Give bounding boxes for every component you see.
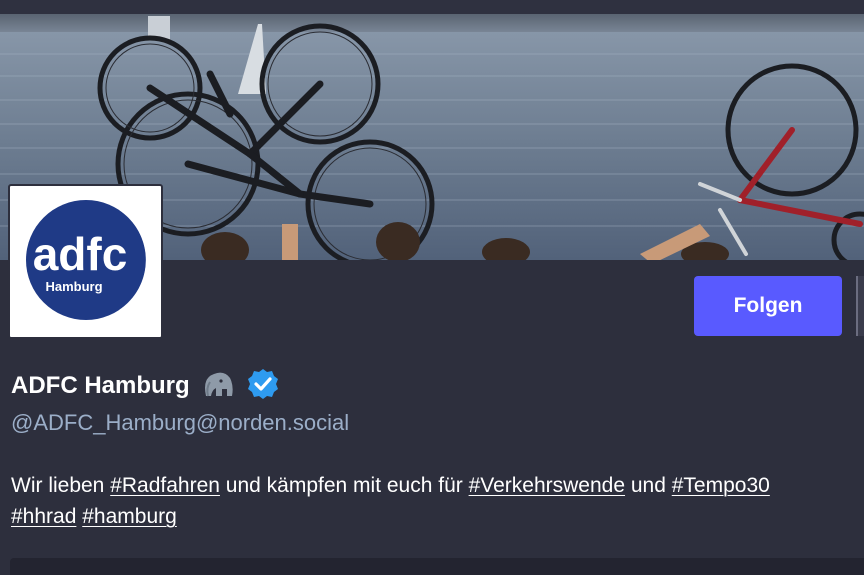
verified-check-icon [246,367,280,406]
hashtag-link-hamburg[interactable]: #hamburg [82,505,177,528]
profile-fields-panel [10,558,864,575]
profile-bio: Wir lieben #Radfahren und kämpfen mit eu… [11,470,864,532]
hashtag-link-hhrad[interactable]: #hhrad [11,505,76,528]
profile-name-row: ADFC Hamburg [11,368,280,404]
bio-text: Wir lieben [11,474,111,497]
avatar-logo-subtext: Hamburg [45,279,102,294]
follow-button[interactable]: Folgen [694,276,842,336]
bio-text: und [625,474,672,497]
hashtag-link-radfahren[interactable]: #Radfahren [110,474,220,497]
bio-line-1: Wir lieben #Radfahren und kämpfen mit eu… [11,470,864,501]
mastodon-elephant-icon [200,368,236,405]
more-options-button[interactable] [856,276,864,336]
profile-avatar[interactable]: adfc Hamburg [8,184,163,339]
hashtag-link-tempo30[interactable]: #Tempo30 [672,474,770,497]
display-name: ADFC Hamburg [11,372,190,399]
avatar-logo-text: adfc [33,228,128,280]
top-bar [0,0,864,14]
bio-text: und kämpfen mit euch für [219,474,469,497]
account-handle: @ADFC_Hamburg@norden.social [11,410,350,435]
bio-line-2: #hhrad #hamburg [11,501,864,532]
hashtag-link-verkehrswende[interactable]: #Verkehrswende [469,474,625,497]
